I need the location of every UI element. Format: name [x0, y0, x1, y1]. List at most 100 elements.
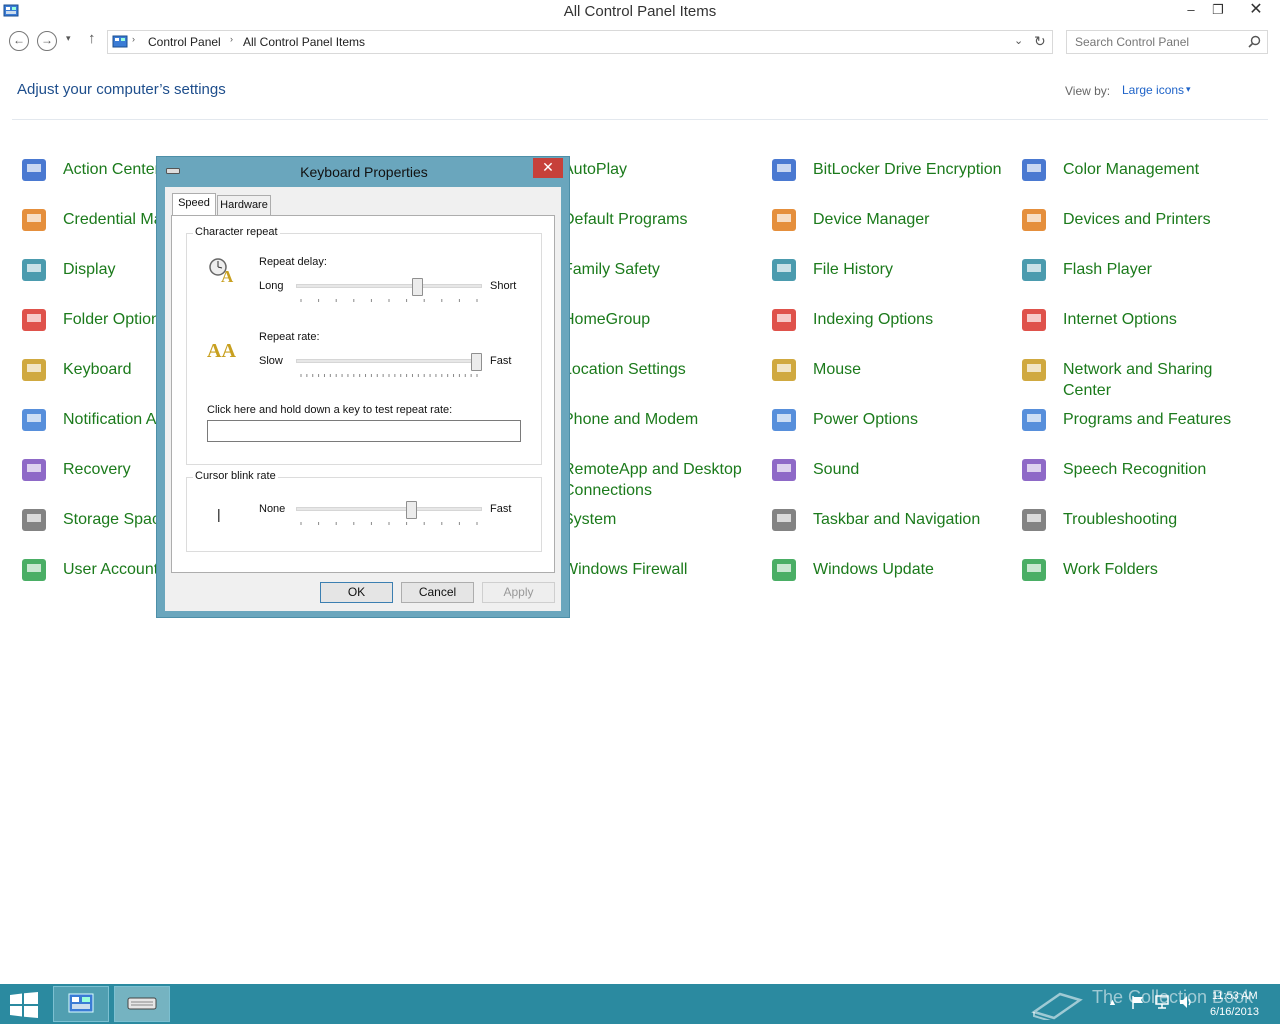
troubleshoot-icon [1022, 509, 1046, 531]
network-icon[interactable] [1154, 994, 1170, 1010]
repeat-delay-label: Repeat delay: [259, 256, 327, 268]
dialog-close-button[interactable]: ✕ [533, 158, 563, 178]
cp-item-printer[interactable]: Devices and Printers [1018, 204, 1258, 248]
dialog-body: Speed Hardware Character repeat A Repeat… [165, 187, 561, 611]
up-button[interactable]: ↑ [88, 30, 96, 47]
cp-item-work-folders[interactable]: Work Folders [1018, 554, 1258, 598]
cp-item-troubleshoot[interactable]: Troubleshooting [1018, 504, 1258, 548]
page-title: Adjust your computer’s settings [17, 81, 226, 98]
volume-icon[interactable] [1178, 994, 1194, 1010]
cp-item-taskbar[interactable]: Taskbar and Navigation [768, 504, 1008, 548]
flash-icon [1022, 259, 1046, 281]
breadcrumb-separator[interactable]: › [230, 34, 233, 44]
cp-item-update[interactable]: Windows Update [768, 554, 1008, 598]
indexing-icon [772, 309, 796, 331]
address-dropdown-button[interactable]: ⌄ [1014, 34, 1023, 47]
divider [12, 119, 1268, 120]
programs-icon [1022, 409, 1046, 431]
cursor-blink-slider[interactable] [296, 501, 482, 525]
breadcrumb-separator[interactable]: › [132, 34, 135, 44]
view-by-dropdown[interactable]: Large icons [1122, 83, 1184, 97]
cp-item-label: BitLocker Drive Encryption [813, 161, 1002, 178]
slider-ticks [300, 522, 478, 525]
cp-item-sound[interactable]: Sound [768, 454, 1008, 498]
svg-text:A: A [221, 267, 234, 284]
taskbar: The Collection Book ▲ 11:53 AM 6/16/2013 [0, 984, 1280, 1024]
breadcrumb-control-panel[interactable]: Control Panel [148, 35, 221, 49]
cp-item-microphone[interactable]: Speech Recognition [1018, 454, 1258, 498]
cursor-preview: | [217, 506, 221, 522]
tab-hardware[interactable]: Hardware [217, 195, 271, 215]
cp-item-label: HomeGroup [563, 311, 651, 328]
bitlocker-icon [772, 159, 796, 181]
cp-item-indexing[interactable]: Indexing Options [768, 304, 1008, 348]
cp-item-network[interactable]: Network and Sharing Center [1018, 354, 1258, 399]
cp-item-power[interactable]: Power Options [768, 404, 1008, 448]
cp-item-flash[interactable]: Flash Player [1018, 254, 1258, 298]
apply-button[interactable]: Apply [482, 582, 555, 603]
work-folders-icon [1022, 559, 1046, 581]
cp-item-label: Speech Recognition [1063, 461, 1207, 478]
back-button[interactable]: ← [9, 31, 29, 51]
slider-thumb[interactable] [471, 353, 482, 371]
restore-button[interactable]: ❐ [1206, 0, 1230, 22]
cursor-blink-min-label: None [259, 503, 286, 515]
cancel-button[interactable]: Cancel [401, 582, 474, 603]
address-bar[interactable]: › Control Panel › All Control Panel Item… [107, 30, 1053, 54]
refresh-button[interactable]: ↻ [1034, 33, 1046, 50]
start-button[interactable] [10, 992, 38, 1018]
cp-item-label: Flash Player [1063, 261, 1152, 278]
tab-speed[interactable]: Speed [172, 193, 216, 215]
cp-item-label: Windows Update [813, 561, 934, 578]
slider-thumb[interactable] [411, 278, 423, 296]
breadcrumb-all-items[interactable]: All Control Panel Items [243, 35, 365, 49]
power-icon [772, 409, 796, 431]
repeat-rate-label: Repeat rate: [259, 331, 320, 343]
repeat-delay-min-label: Long [259, 280, 284, 292]
cp-item-label: Mouse [813, 361, 862, 378]
cursor-blink-group: Cursor blink rate | None Fast [186, 470, 542, 552]
minimize-button[interactable]: – [1180, 0, 1202, 22]
cp-item-file-history[interactable]: File History [768, 254, 1008, 298]
repeat-rate-slider[interactable] [296, 353, 482, 377]
clock-date[interactable]: 6/16/2013 [1210, 1006, 1259, 1018]
cp-item-label: Internet Options [1063, 311, 1177, 328]
control-panel-icon [112, 35, 128, 48]
dialog-title: Keyboard Properties [300, 164, 428, 180]
vault-icon [22, 209, 46, 231]
file-history-icon [772, 259, 796, 281]
cp-item-color[interactable]: Color Management [1018, 154, 1258, 198]
search-input[interactable]: Search Control Panel [1066, 30, 1268, 54]
update-icon [772, 559, 796, 581]
cp-item-label: Windows Firewall [563, 561, 688, 578]
cp-item-label: Network and Sharing Center [1063, 361, 1213, 399]
test-repeat-input[interactable] [207, 420, 521, 442]
keyboard-icon [127, 997, 157, 1010]
repeat-delay-slider[interactable] [296, 278, 482, 302]
cp-item-bitlocker[interactable]: BitLocker Drive Encryption [768, 154, 1008, 198]
clock-time[interactable]: 11:53 AM [1212, 990, 1258, 1002]
cp-item-label: Location Settings [563, 361, 686, 378]
character-repeat-group: Character repeat A Repeat delay: Long Sh… [186, 226, 542, 465]
book-logo-icon [1031, 992, 1083, 1020]
cp-item-label: Sound [813, 461, 860, 478]
cp-item-label: Color Management [1063, 161, 1200, 178]
repeat-delay-max-label: Short [490, 280, 517, 292]
cp-item-mouse[interactable]: Mouse [768, 354, 1008, 398]
ok-button[interactable]: OK [320, 582, 393, 603]
slider-thumb[interactable] [406, 501, 418, 519]
taskbar-keyboard-properties-button[interactable] [114, 986, 170, 1022]
repeat-delay-icon: A [209, 258, 234, 284]
cp-item-programs[interactable]: Programs and Features [1018, 404, 1258, 448]
action-center-flag-icon[interactable] [1130, 994, 1146, 1010]
cp-item-internet[interactable]: Internet Options [1018, 304, 1258, 348]
cp-item-device-manager[interactable]: Device Manager [768, 204, 1008, 248]
recent-locations-button[interactable]: ▾ [66, 33, 71, 44]
show-hidden-icons-button[interactable]: ▲ [1108, 997, 1117, 1007]
device-manager-icon [772, 209, 796, 231]
cp-item-label: Indexing Options [813, 311, 934, 328]
forward-button[interactable]: → [37, 31, 57, 51]
chevron-down-icon[interactable]: ▾ [1186, 84, 1191, 95]
taskbar-control-panel-button[interactable] [53, 986, 109, 1022]
close-button[interactable]: ✕ [1234, 0, 1278, 22]
